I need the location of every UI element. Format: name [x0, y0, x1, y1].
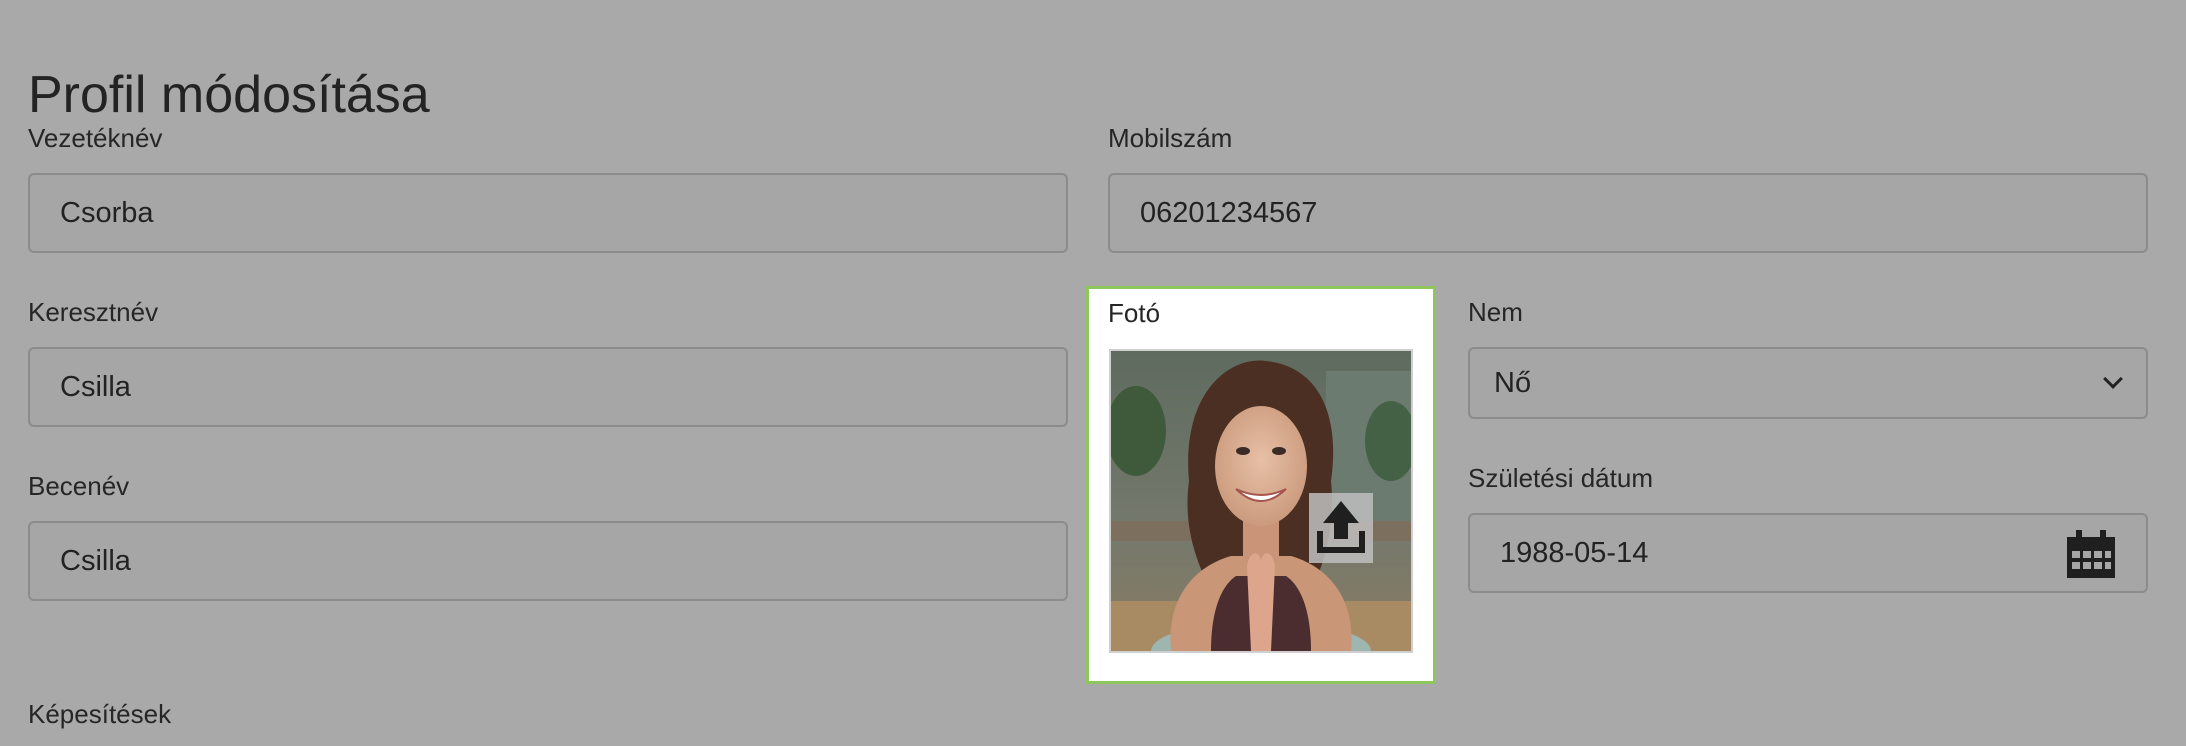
first-name-field[interactable]: Csilla [28, 347, 1068, 427]
last-name-field[interactable]: Csorba [28, 173, 1068, 253]
gender-label: Nem [1468, 297, 1523, 327]
last-name-value: Csorba [60, 196, 154, 229]
last-name-label: Vezetéknév [28, 123, 163, 153]
gender-value: Nő [1494, 366, 1532, 399]
chevron-down-icon [2103, 369, 2123, 389]
first-name-label: Keresztnév [28, 297, 159, 327]
nickname-label: Becenév [28, 471, 130, 501]
mobile-field[interactable]: 06201234567 [1108, 173, 2148, 253]
nickname-field[interactable]: Csilla [28, 521, 1068, 601]
upload-icon [1317, 501, 1365, 553]
calendar-icon[interactable] [2066, 529, 2116, 587]
mobile-label: Mobilszám [1108, 123, 1233, 153]
photo-card: Fotó [1086, 286, 1436, 684]
mobile-value: 06201234567 [1140, 196, 1318, 229]
photo-label: Fotó [1108, 298, 1161, 328]
birth-date-field[interactable]: 1988-05-14 [1468, 513, 2148, 593]
gender-select[interactable]: Nő [1468, 347, 2148, 419]
qualifications-label: Képesítések [28, 699, 172, 729]
page-title: Profil módosítása [28, 65, 430, 124]
birth-date-label: Születési dátum [1468, 463, 1653, 493]
profile-photo[interactable] [1109, 349, 1413, 653]
birth-date-value: 1988-05-14 [1500, 536, 1649, 569]
upload-photo-button[interactable] [1309, 493, 1373, 563]
first-name-value: Csilla [60, 370, 131, 403]
nickname-value: Csilla [60, 544, 131, 577]
